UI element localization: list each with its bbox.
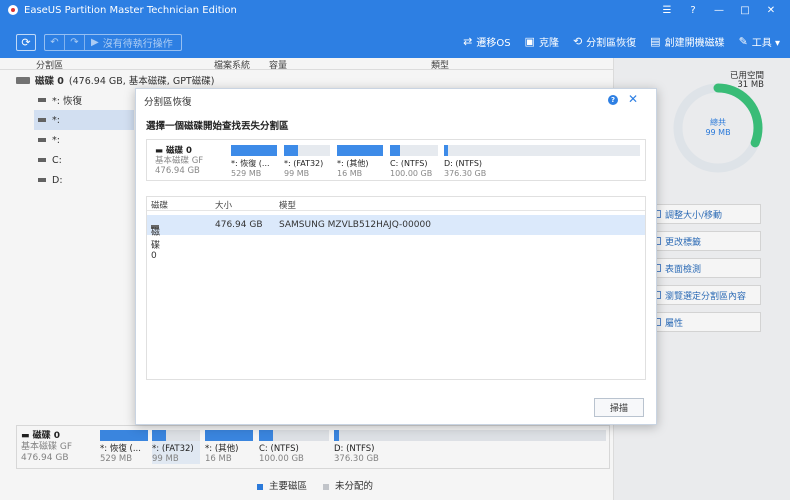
partition-size: 100.00 GB (390, 169, 433, 178)
partition-bar (337, 145, 383, 156)
partition-name: *: 恢復 (... (231, 159, 270, 168)
dialog-close-icon[interactable]: ✕ (628, 92, 638, 106)
recovery-icon: ⟲ (572, 35, 583, 48)
close-window-icon[interactable]: ✕ (758, 5, 784, 16)
wrench-icon: ✎ (738, 35, 748, 48)
app-logo-icon (8, 5, 18, 15)
window-title: EaseUS Partition Master Technician Editi… (24, 4, 237, 16)
partition-bar (444, 145, 640, 156)
clone-icon: ▣ (524, 35, 535, 48)
row-model: SAMSUNG MZVLB512HAJQ-00000 (279, 220, 431, 230)
dialog-partition: C: (NTFS) 100.00 GB (390, 145, 438, 179)
window-controls: ☰ ? — □ ✕ (654, 0, 784, 20)
tools-label: 工具 ▾ (751, 38, 780, 49)
menu-icon[interactable]: ☰ (654, 5, 680, 16)
maximize-icon[interactable]: □ (732, 5, 758, 16)
partition-name: C: (NTFS) (390, 159, 428, 168)
row-disk-name: 磁碟 0 (151, 228, 161, 261)
tools-menu-button[interactable]: ✎ 工具 ▾ (739, 34, 780, 49)
partition-recovery-button[interactable]: ⟲ 分割區恢復 (573, 34, 636, 49)
migrate-os-button[interactable]: ⇄ 遷移OS (463, 34, 510, 49)
scan-button[interactable]: 掃描 (594, 398, 644, 417)
partition-bar (390, 145, 438, 156)
table-row[interactable]: 磁碟 0 476.94 GB SAMSUNG MZVLB512HAJQ-0000… (147, 215, 645, 261)
dialog-partition: *: (其他) 16 MB (337, 145, 383, 179)
pending-operations-button[interactable]: ▶ 沒有待執行操作 (85, 35, 181, 50)
partition-size: 99 MB (284, 169, 310, 178)
row-size: 476.94 GB (215, 220, 263, 230)
partition-recovery-dialog: 分割區恢復 ? ✕ 選擇一個磁碟開始查找丟失分割區 ▬ 磁碟 0 基本磁碟 GF… (135, 88, 657, 425)
col-size[interactable]: 大小 (215, 199, 232, 211)
migrate-icon: ⇄ (463, 35, 473, 48)
partition-recovery-label: 分割區恢復 (586, 38, 637, 49)
pending-operations-label: 沒有待執行操作 (102, 39, 173, 50)
partition-size: 529 MB (231, 169, 262, 178)
partition-bar-fill (337, 145, 383, 156)
title-bar: EaseUS Partition Master Technician Editi… (0, 0, 790, 20)
partition-bar (231, 145, 277, 156)
help-icon[interactable]: ? (680, 5, 706, 16)
partition-size: 16 MB (337, 169, 363, 178)
toolbar: ⟳ ↶ ↷ ▶ 沒有待執行操作 ⇄ 遷移OS ▣ 克隆 ⟲ 分割區恢復 ▤ 創建… (0, 20, 790, 58)
clone-button[interactable]: ▣ 克隆 (525, 34, 559, 49)
minimize-icon[interactable]: — (706, 5, 732, 16)
toolbar-actions: ⇄ 遷移OS ▣ 克隆 ⟲ 分割區恢復 ▤ 創建開機磁碟 ✎ 工具 ▾ (463, 34, 780, 49)
undo-button[interactable]: ↶ (45, 35, 65, 50)
redo-button[interactable]: ↷ (65, 35, 85, 50)
partition-bar-fill (284, 145, 298, 156)
partition-size: 376.30 GB (444, 169, 487, 178)
dialog-table-header: 磁碟 大小 模型 (147, 197, 645, 211)
clone-label: 克隆 (538, 38, 559, 49)
dialog-partition: D: (NTFS) 376.30 GB (444, 145, 640, 179)
dialog-partition: *: (FAT32) 99 MB (284, 145, 330, 179)
partition-name: *: (FAT32) (284, 159, 324, 168)
dialog-disk-name: 磁碟 0 (166, 146, 192, 156)
dialog-help-icon[interactable]: ? (608, 95, 618, 105)
play-icon: ▶ (91, 37, 99, 48)
dialog-disk-info: ▬ 磁碟 0 基本磁碟 GF 476.94 GB (155, 146, 203, 176)
refresh-button[interactable]: ⟳ (16, 34, 36, 51)
boot-disk-icon: ▤ (650, 35, 661, 48)
partition-bar-fill (444, 145, 448, 156)
partition-bar-fill (390, 145, 400, 156)
create-boot-disk-label: 創建開機磁碟 (664, 38, 725, 49)
partition-name: *: (其他) (337, 159, 369, 168)
partition-name: D: (NTFS) (444, 159, 483, 168)
dialog-partition: *: 恢復 (... 529 MB (231, 145, 277, 179)
dialog-disk-map[interactable]: ▬ 磁碟 0 基本磁碟 GF 476.94 GB *: 恢復 (... 529 … (146, 139, 646, 181)
dialog-heading: 選擇一個磁碟開始查找丟失分割區 (146, 121, 289, 132)
partition-bar-fill (231, 145, 277, 156)
dialog-title: 分割區恢復 (144, 97, 192, 108)
col-model[interactable]: 模型 (279, 199, 296, 211)
dialog-disk-table: 磁碟 大小 模型 磁碟 0 476.94 GB SAMSUNG MZVLB512… (146, 196, 646, 380)
hdd-icon: ▬ (155, 146, 166, 156)
partition-bar (284, 145, 330, 156)
migrate-os-label: 遷移OS (476, 38, 511, 49)
create-boot-disk-button[interactable]: ▤ 創建開機磁碟 (650, 34, 724, 49)
col-disk[interactable]: 磁碟 (151, 199, 168, 211)
dialog-disk-size: 476.94 GB (155, 166, 200, 176)
dialog-disk-type: 基本磁碟 GF (155, 156, 204, 166)
undo-redo-group: ↶ ↷ ▶ 沒有待執行操作 (44, 34, 182, 51)
